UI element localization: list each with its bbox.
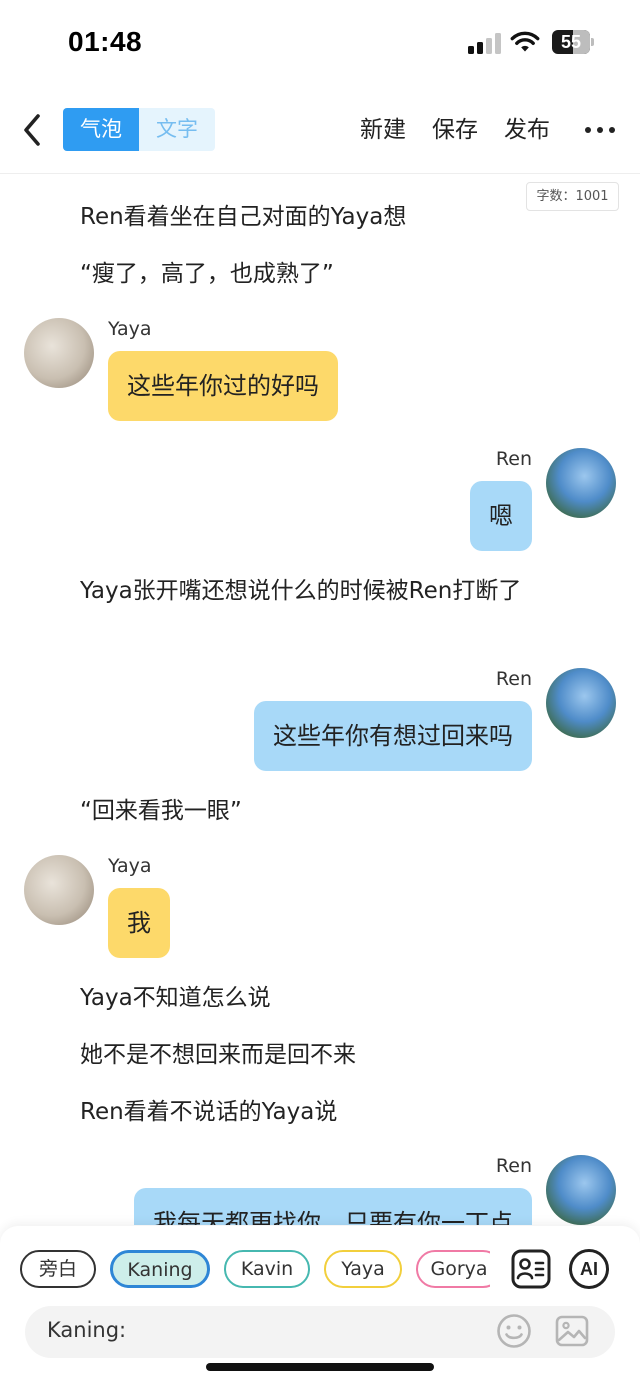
message-bubble-left[interactable]: 这些年你过的好吗 — [108, 351, 338, 421]
view-mode-toggle: 气泡 文字 — [63, 108, 215, 151]
avatar-yaya[interactable] — [24, 318, 94, 388]
message-bubble-left[interactable]: 我 — [108, 888, 170, 958]
cellular-signal-icon — [468, 32, 502, 54]
speaker-name: Ren — [495, 668, 532, 690]
narration-line[interactable]: “瘦了，高了，也成熟了” — [80, 258, 334, 290]
word-count-badge: 字数：1001 — [526, 182, 619, 211]
tab-bubble[interactable]: 气泡 — [63, 108, 139, 151]
status-time: 01:48 — [68, 26, 143, 57]
avatar-ren[interactable] — [546, 448, 616, 518]
character-chip-narrator[interactable]: 旁白 — [20, 1250, 96, 1288]
speaker-name: Ren — [495, 448, 532, 470]
narration-line[interactable]: 她不是不想回来而是回不来 — [80, 1039, 356, 1071]
story-content[interactable]: 字数：1001 Ren看着坐在自己对面的Yaya想 “瘦了，高了，也成熟了” Y… — [0, 175, 640, 1225]
narration-line[interactable]: “回来看我一眼” — [80, 795, 242, 827]
ai-button[interactable]: AI — [568, 1248, 610, 1290]
speaker-name: Yaya — [108, 318, 152, 340]
message-input[interactable]: Kaning: — [25, 1306, 615, 1358]
character-chip-gorya[interactable]: Gorya — [416, 1250, 490, 1288]
tab-text[interactable]: 文字 — [139, 108, 215, 151]
character-chip-yaya[interactable]: Yaya — [324, 1250, 402, 1288]
emoji-icon[interactable] — [496, 1313, 532, 1349]
nav-bar: 气泡 文字 新建 保存 发布 — [0, 90, 640, 174]
wifi-icon — [510, 31, 540, 52]
more-icon[interactable] — [585, 118, 615, 142]
battery-icon: 55 — [552, 30, 594, 54]
publish-button[interactable]: 发布 — [504, 112, 550, 148]
save-button[interactable]: 保存 — [432, 112, 478, 148]
speaker-name: Yaya — [108, 855, 152, 877]
speaker-name: Ren — [495, 1155, 532, 1177]
ai-label: AI — [580, 1259, 598, 1279]
image-icon[interactable] — [554, 1313, 590, 1349]
character-chip-kaning[interactable]: Kaning — [110, 1250, 210, 1288]
nav-actions: 新建 保存 发布 — [360, 112, 576, 148]
narration-line[interactable]: Ren看着坐在自己对面的Yaya想 — [80, 201, 406, 233]
chevron-left-icon[interactable] — [18, 110, 48, 150]
character-chip-kavin[interactable]: Kavin — [224, 1250, 310, 1288]
avatar-ren[interactable] — [546, 1155, 616, 1225]
status-bar: 01:48 55 — [0, 0, 640, 90]
battery-percentage: 55 — [560, 32, 582, 52]
contact-card-icon[interactable] — [510, 1248, 552, 1290]
character-selector: 旁白 Kaning Kavin Yaya Gorya — [20, 1250, 490, 1290]
narration-line[interactable]: Yaya不知道怎么说 — [80, 982, 271, 1014]
narration-line[interactable]: Ren看着不说话的Yaya说 — [80, 1096, 337, 1128]
home-indicator — [206, 1363, 434, 1371]
composer-panel: 旁白 Kaning Kavin Yaya Gorya AI Kaning: — [0, 1226, 640, 1385]
narration-line[interactable]: Yaya张开嘴还想说什么的时候被Ren打断了 — [24, 575, 604, 607]
message-bubble-right[interactable]: 这些年你有想过回来吗 — [254, 701, 532, 771]
message-bubble-right[interactable]: 我每天都更找你，只要有你一丁点 — [134, 1188, 532, 1225]
new-button[interactable]: 新建 — [360, 112, 406, 148]
input-speaker-label: Kaning: — [47, 1318, 127, 1342]
avatar-yaya[interactable] — [24, 855, 94, 925]
message-bubble-right[interactable]: 嗯 — [470, 481, 532, 551]
avatar-ren[interactable] — [546, 668, 616, 738]
